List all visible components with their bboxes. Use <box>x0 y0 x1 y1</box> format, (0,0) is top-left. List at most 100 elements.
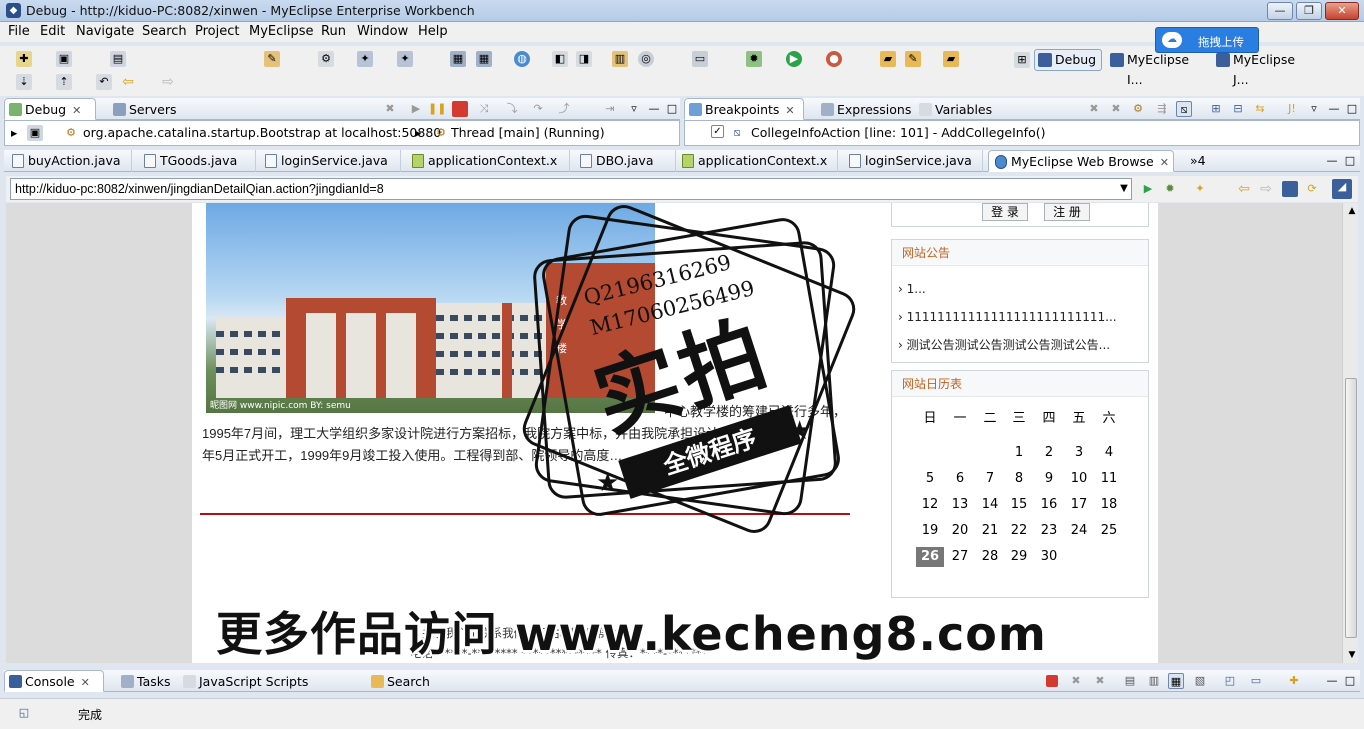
calendar-day[interactable]: 6 <box>946 469 974 489</box>
maximize-button[interactable]: ❐ <box>1296 2 1322 20</box>
close-button[interactable]: ✕ <box>1325 2 1359 20</box>
calendar-day[interactable]: 28 <box>976 547 1004 567</box>
calendar-day[interactable]: 11 <box>1095 469 1123 489</box>
prev-annotation-icon[interactable]: ⇡ <box>56 74 72 90</box>
tab-expressions[interactable]: Expressions <box>816 98 912 120</box>
calendar-day[interactable]: 27 <box>946 547 974 567</box>
maximize-view-icon[interactable]: □ <box>1342 673 1358 689</box>
calendar-day[interactable]: 25 <box>1095 521 1123 541</box>
minimize-view-icon[interactable]: — <box>1324 673 1340 689</box>
more-tabs[interactable]: »4 <box>1180 150 1220 172</box>
open-folder-icon[interactable]: ▰ <box>880 51 896 67</box>
calendar-day[interactable]: 2 <box>1035 443 1063 463</box>
calendar-day[interactable]: 5 <box>916 469 944 489</box>
menu-myeclipse[interactable]: MyEclipse <box>249 24 314 39</box>
resume-icon[interactable]: ▶ <box>408 101 424 117</box>
calendar-day[interactable]: 29 <box>1005 547 1033 567</box>
calendar-day[interactable]: 4 <box>1095 443 1123 463</box>
remove-launch-icon[interactable]: ✖ <box>1068 673 1084 689</box>
close-icon[interactable]: ✕ <box>72 104 81 117</box>
open-type-icon[interactable]: ◧ <box>552 51 568 67</box>
menu-run[interactable]: Run <box>321 24 346 39</box>
remove-launch-icon[interactable]: ✖ <box>382 101 398 117</box>
tab-search[interactable]: Search <box>366 670 434 692</box>
new-console-icon[interactable]: ✚ <box>1286 673 1302 689</box>
menu-file[interactable]: File <box>8 24 30 39</box>
hierarchy-icon[interactable]: ▦ <box>450 51 466 67</box>
perspective-myeclipse-i[interactable]: MyEclipse I... <box>1106 49 1208 87</box>
debug-page-icon[interactable]: ✹ <box>1162 181 1178 197</box>
forward-arrow-icon[interactable]: ⇨ <box>160 74 176 90</box>
tree-expand-icon[interactable]: ▸ <box>11 125 17 140</box>
maximize-view-icon[interactable]: □ <box>1344 101 1360 117</box>
perspective-myeclipse-j[interactable]: MyEclipse J... <box>1212 49 1312 87</box>
new-project-icon[interactable]: ✎ <box>264 51 280 67</box>
screen-icon[interactable]: ▭ <box>692 51 708 67</box>
back-arrow-icon[interactable]: ⇦ <box>120 74 136 90</box>
editor-tab-web-browser[interactable]: MyEclipse Web Browse ✕ <box>988 150 1174 172</box>
editor-tab-loginservice[interactable]: loginService.java <box>259 150 401 172</box>
show-on-output-icon[interactable]: ▦ <box>1168 673 1184 689</box>
pencil-icon[interactable]: ✎ <box>905 51 921 67</box>
display-console-icon[interactable]: ◰ <box>1222 673 1238 689</box>
view-menu-icon[interactable]: ▿ <box>626 101 642 117</box>
new-icon[interactable]: ✚ <box>16 51 32 67</box>
external-tools-icon[interactable]: ● <box>826 51 842 67</box>
link-with-debug-icon[interactable]: ⇆ <box>1252 101 1268 117</box>
goto-file-icon[interactable]: ⇶ <box>1154 101 1170 117</box>
globe-icon[interactable]: ◍ <box>514 51 530 67</box>
close-icon[interactable]: ✕ <box>785 104 794 117</box>
editor-tab-applicationcontext[interactable]: applicationContext.x <box>406 150 570 172</box>
terminate-icon[interactable] <box>452 101 468 117</box>
calendar-day[interactable]: 13 <box>946 495 974 515</box>
menu-navigate[interactable]: Navigate <box>76 24 134 39</box>
show-breakpoints-icon[interactable]: ⚙ <box>1130 101 1146 117</box>
minimize-view-icon[interactable]: — <box>646 101 662 117</box>
maximize-view-icon[interactable]: □ <box>664 101 680 117</box>
print-icon[interactable]: ▤ <box>110 51 126 67</box>
breakpoint-entry[interactable]: CollegeInfoAction [line: 101] - AddColle… <box>751 125 1045 140</box>
browser-icon[interactable]: ◎ <box>638 51 654 67</box>
menu-edit[interactable]: Edit <box>40 24 65 39</box>
server-icon[interactable]: ✦ <box>357 51 373 67</box>
open-console-icon[interactable]: ▭ <box>1248 673 1264 689</box>
browser-back-icon[interactable]: ⇦ <box>1236 181 1252 197</box>
open-resource-icon[interactable]: ◨ <box>576 51 592 67</box>
menu-window[interactable]: Window <box>357 24 408 39</box>
disconnect-icon[interactable]: ⤨ <box>476 101 492 117</box>
calendar-day[interactable]: 9 <box>1035 469 1063 489</box>
remove-all-icon[interactable]: ✖ <box>1092 673 1108 689</box>
run-icon[interactable]: ▶ <box>786 51 802 67</box>
calendar-day[interactable]: 10 <box>1065 469 1093 489</box>
tree-expand-icon[interactable]: ▸ <box>415 125 421 140</box>
suspend-icon[interactable]: ❚❚ <box>428 101 446 117</box>
menu-help[interactable]: Help <box>418 24 448 39</box>
calendar-day[interactable]: 20 <box>946 521 974 541</box>
scroll-thumb[interactable] <box>1345 378 1357 638</box>
calendar-day[interactable]: 18 <box>1095 495 1123 515</box>
calendar-day[interactable]: 14 <box>976 495 1004 515</box>
minimize-view-icon[interactable]: — <box>1326 101 1342 117</box>
maximize-editor-icon[interactable]: □ <box>1342 153 1358 169</box>
minimize-button[interactable]: — <box>1267 2 1293 20</box>
calendar-day[interactable]: 23 <box>1035 521 1063 541</box>
tab-variables[interactable]: Variables <box>914 98 996 120</box>
db-explorer-icon[interactable]: ▥ <box>612 51 628 67</box>
editor-tab-applicationcontext-2[interactable]: applicationContext.x <box>676 150 838 172</box>
expand-all-icon[interactable]: ⊞ <box>1208 101 1224 117</box>
save-icon[interactable]: ▣ <box>56 51 72 67</box>
perspective-debug[interactable]: Debug <box>1034 49 1102 71</box>
minimize-editor-icon[interactable]: — <box>1324 153 1340 169</box>
deploy-icon[interactable]: ⚙ <box>318 51 334 67</box>
step-return-icon[interactable]: ⤴ <box>556 101 572 117</box>
calendar-day[interactable]: 7 <box>976 469 1004 489</box>
url-input[interactable]: http://kiduo-pc:8082/xinwen/jingdianDeta… <box>10 178 1132 200</box>
calendar-day[interactable]: 3 <box>1065 443 1093 463</box>
close-icon[interactable]: ✕ <box>1160 156 1169 169</box>
add-java-exception-icon[interactable]: J! <box>1284 101 1300 117</box>
calendar-day[interactable]: 1 <box>1005 443 1033 463</box>
scroll-down-icon[interactable]: ▼ <box>1344 647 1360 663</box>
calendar-day[interactable]: 12 <box>916 495 944 515</box>
calendar-day[interactable]: 8 <box>1005 469 1033 489</box>
terminate-icon[interactable] <box>1046 675 1058 687</box>
